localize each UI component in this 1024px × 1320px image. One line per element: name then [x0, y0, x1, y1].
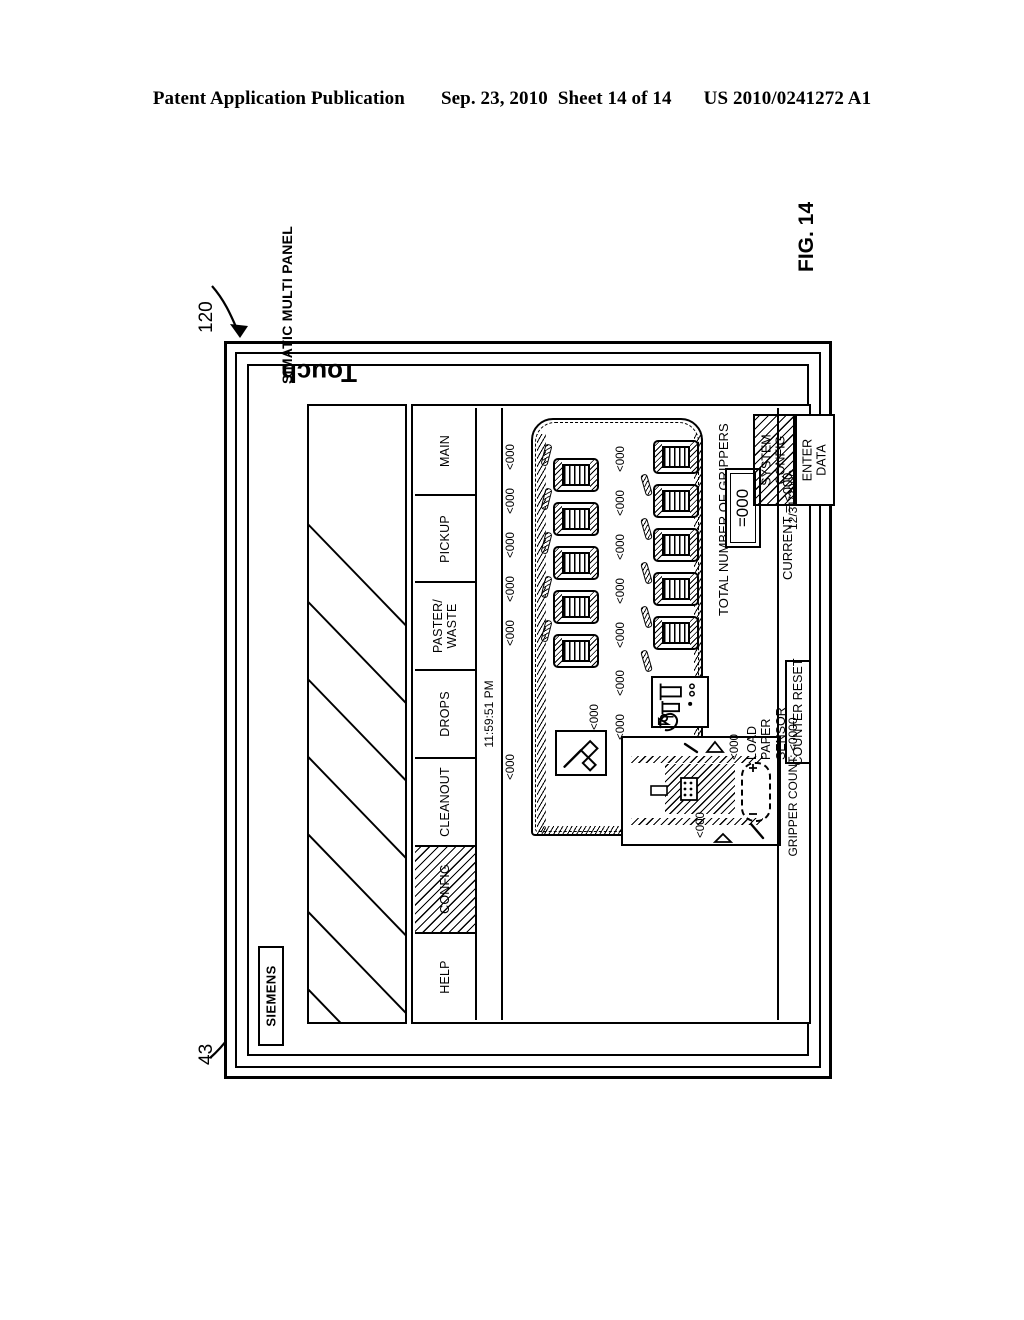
tab-drops[interactable]: DROPS: [415, 671, 475, 759]
gripper-unit: [653, 484, 699, 518]
tab-config-label: CONFIG: [438, 864, 452, 915]
roll-eye-icon: [659, 712, 679, 732]
panel-bezel-face: [307, 404, 407, 1024]
gripper-unit: [553, 546, 599, 580]
tab-main[interactable]: MAIN: [415, 408, 475, 496]
gripper-core: [562, 640, 590, 662]
gripper-shading: [590, 548, 597, 578]
publication-header-number: US 2010/0241272 A1: [703, 88, 872, 109]
gripper-unit: [553, 502, 599, 536]
gripper-count-text: GRIPPER COUNT: <0000: [786, 717, 800, 857]
gripper-core: [662, 446, 690, 468]
gripper-shading: [555, 504, 562, 534]
annotation-value: <000: [695, 812, 707, 838]
tab-drops-label: DROPS: [438, 691, 452, 737]
broom-tool-icon: [563, 739, 599, 772]
tab-main-label: MAIN: [438, 434, 452, 467]
gripper-shading: [690, 618, 697, 648]
total-grippers-value: =000: [733, 488, 752, 528]
gripper-core: [562, 508, 590, 530]
broom-tool-icon-box: [555, 730, 607, 776]
annotation-value: <000: [505, 444, 517, 470]
load-paper-sensor-value: <000: [729, 734, 741, 760]
gripper-unit: [653, 572, 699, 606]
tab-config[interactable]: CONFIG: [415, 846, 475, 935]
status-bar-info: GRIPPER COUNT: <0000 12/31/2000: [777, 408, 807, 1020]
tab-pickup[interactable]: PICKUP: [415, 495, 475, 584]
gripper-unit: [553, 458, 599, 492]
gripper-unit: [653, 616, 699, 650]
gripper-shading: [590, 636, 597, 666]
siemens-logo-text: SIEMENS: [263, 965, 279, 1027]
gripper-shading: [655, 442, 662, 472]
gripper-shading: [690, 486, 697, 516]
tab-cleanout-label: CLEANOUT: [438, 766, 452, 837]
siemens-logo-badge: SIEMENS: [258, 946, 284, 1046]
figure-label: FIG. 14: [795, 201, 818, 272]
gripper-unit: [653, 440, 699, 474]
annotation-value: <000: [505, 620, 517, 646]
gripper-shading: [655, 618, 662, 648]
hmi-screen: MAIN PICKUP PASTER/ WASTE DROPS CLEANOUT: [411, 404, 835, 1024]
gripper-core: [662, 622, 690, 644]
tab-cleanout[interactable]: CLEANOUT: [415, 758, 475, 847]
annotation-value: <000: [505, 754, 517, 780]
bezel-hatching: [309, 523, 405, 1022]
publication-header-sheet: Sheet 14 of 14: [557, 88, 672, 109]
annotation-value: <000: [615, 490, 627, 516]
gripper-shading: [655, 574, 662, 604]
date-text: 12/31/2000: [786, 469, 800, 530]
gripper-shading: [555, 548, 562, 578]
gripper-shading: [690, 442, 697, 472]
annotation-value: <000: [505, 488, 517, 514]
hmi-panel-body: SIEMENS SIMATIC MULTI PANEL Touch MAIN P…: [247, 226, 835, 1056]
gripper-unit: [553, 634, 599, 668]
navigation-tab-rail: MAIN PICKUP PASTER/ WASTE DROPS CLEANOUT: [415, 408, 477, 1021]
annotation-value: <000: [615, 622, 627, 648]
gripper-shading: [555, 460, 562, 490]
touch-wordmark: Touch: [280, 358, 357, 388]
hmi-panel-outer-bezel: SIEMENS SIMATIC MULTI PANEL Touch MAIN P…: [224, 226, 835, 1079]
tab-help-label: HELP: [438, 960, 452, 994]
gripper-shading: [655, 530, 662, 560]
gripper-unit: [553, 590, 599, 624]
tab-pickup-label: PICKUP: [438, 514, 452, 563]
gripper-shading: [555, 636, 562, 666]
gripper-shading: [655, 486, 662, 516]
gripper-core: [562, 596, 590, 618]
gripper-core: [562, 464, 590, 486]
publication-header-left: Patent Application Publication: [152, 88, 405, 109]
annotation-value: <000: [615, 670, 627, 696]
tab-paster-waste[interactable]: PASTER/ WASTE: [415, 583, 475, 672]
screen-canvas: <000 <000 <000 <000 <000 <000 <000 <000 …: [503, 408, 835, 1020]
gripper-shading: [590, 592, 597, 622]
gripper-core: [662, 534, 690, 556]
annotation-value: <000: [615, 578, 627, 604]
gripper-unit: [653, 528, 699, 562]
gripper-core: [662, 490, 690, 512]
annotation-value: <000: [505, 576, 517, 602]
annotation-value: <000: [615, 534, 627, 560]
gripper-core: [562, 552, 590, 574]
gripper-shading: [690, 530, 697, 560]
annotation-value: <000: [615, 446, 627, 472]
tab-paster-waste-label: PASTER/ WASTE: [431, 599, 459, 654]
annotation-value: <000: [505, 532, 517, 558]
gripper-shading: [555, 592, 562, 622]
publication-header: Patent Application Publication Sep. 23, …: [0, 88, 1024, 110]
gripper-shading: [690, 574, 697, 604]
publication-header-date: Sep. 23, 2010: [440, 88, 548, 109]
tab-help[interactable]: HELP: [415, 934, 475, 1021]
gripper-core: [662, 578, 690, 600]
gripper-shading: [590, 460, 597, 490]
gripper-shading: [590, 504, 597, 534]
annotation-value: <000: [589, 704, 601, 730]
status-bar-clock: 11:59:51 PM: [477, 408, 503, 1020]
hmi-panel-inner-bezel: SIEMENS SIMATIC MULTI PANEL Touch MAIN P…: [235, 226, 835, 1068]
clock-text: 11:59:51 PM: [482, 680, 496, 748]
